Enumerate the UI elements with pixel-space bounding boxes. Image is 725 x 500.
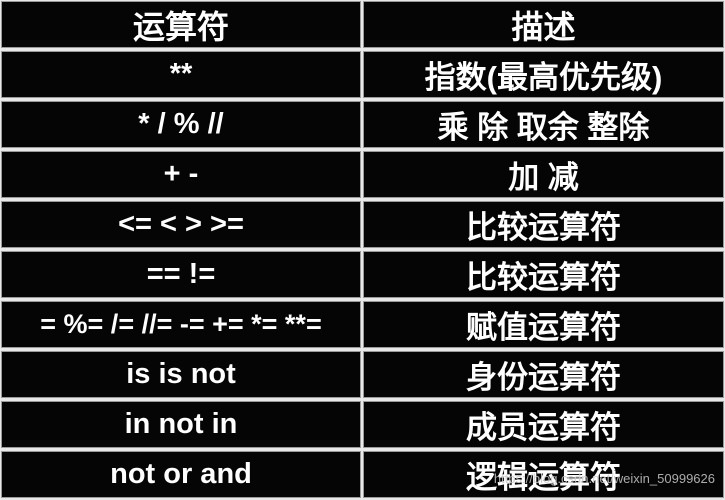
description-cell: 成员运算符 <box>363 401 724 448</box>
operator-cell: not or and <box>1 451 361 498</box>
header-operator: 运算符 <box>1 1 361 48</box>
description-cell: 赋值运算符 <box>363 301 724 348</box>
description-cell: 身份运算符 <box>363 351 724 398</box>
description-cell: 乘 除 取余 整除 <box>363 101 724 148</box>
header-description: 描述 <box>363 1 724 48</box>
operator-precedence-table: 运算符 描述 ** 指数(最高优先级) * / % // 乘 除 取余 整除 +… <box>0 0 725 500</box>
description-cell: 指数(最高优先级) <box>363 51 724 98</box>
watermark: https://blog.csdn.net/weixin_50999626 <box>493 471 715 486</box>
operator-cell: * / % // <box>1 101 361 148</box>
operator-cell: <= < > >= <box>1 201 361 248</box>
operator-cell: + - <box>1 151 361 198</box>
description-cell: 加 减 <box>363 151 724 198</box>
description-cell: 比较运算符 <box>363 201 724 248</box>
operator-cell: in not in <box>1 401 361 448</box>
operator-cell: = %= /= //= -= += *= **= <box>1 301 361 348</box>
operator-cell: == != <box>1 251 361 298</box>
description-cell: 比较运算符 <box>363 251 724 298</box>
operator-cell: ** <box>1 51 361 98</box>
operator-cell: is is not <box>1 351 361 398</box>
